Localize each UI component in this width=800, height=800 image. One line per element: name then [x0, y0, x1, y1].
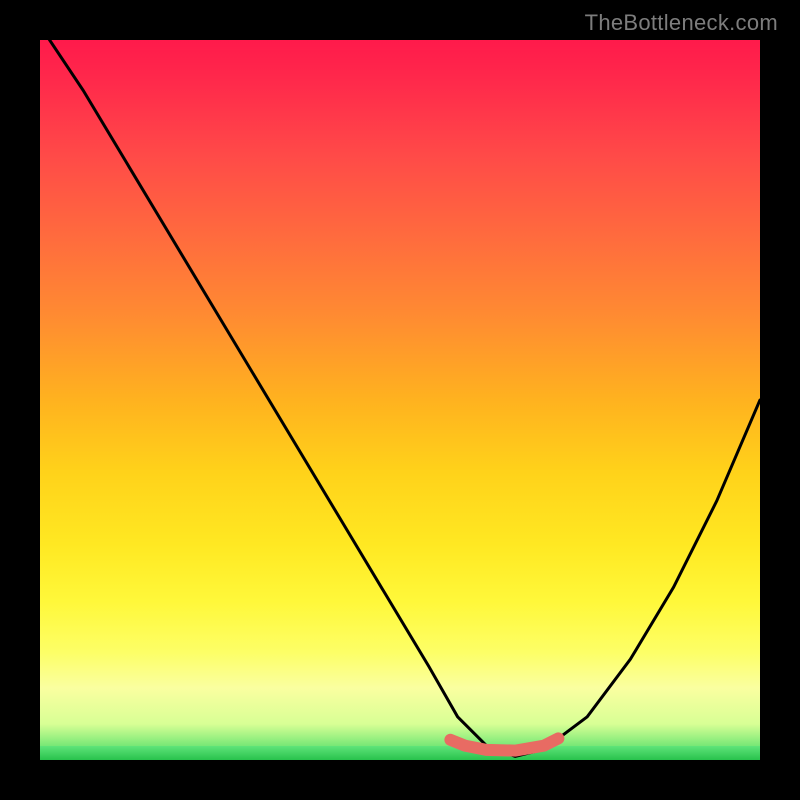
bottleneck-curve: [40, 40, 760, 756]
optimal-zone-marker: [450, 738, 558, 750]
watermark-text: TheBottleneck.com: [585, 10, 778, 36]
chart-frame: TheBottleneck.com: [0, 0, 800, 800]
curve-layer: [40, 40, 760, 760]
plot-area: [40, 40, 760, 760]
